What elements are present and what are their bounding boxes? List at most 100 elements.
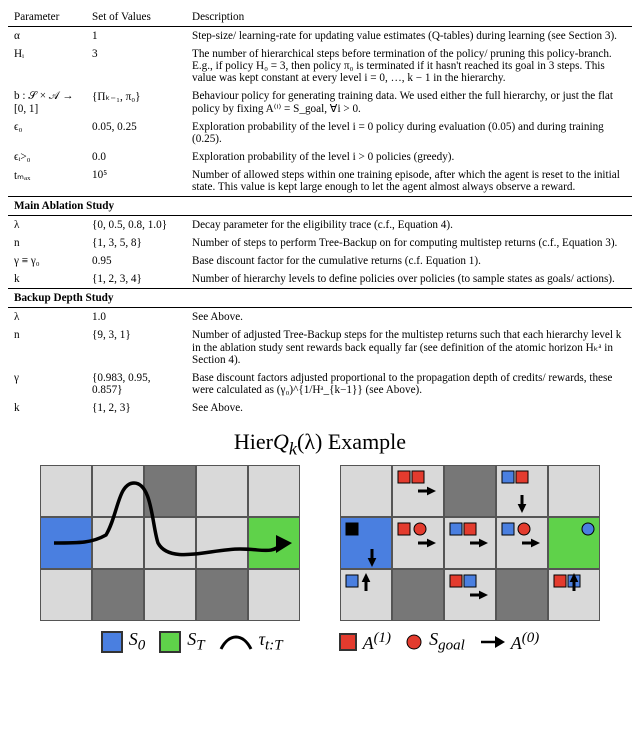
grid-right — [340, 465, 600, 621]
cell-values: {9, 3, 1} — [86, 326, 186, 369]
grid-cell — [340, 465, 392, 517]
a0-arrow-icon — [479, 633, 505, 651]
title-k: k — [289, 438, 297, 458]
legend-tau: τt:T — [259, 629, 283, 655]
cell-desc: Number of hierarchy levels to define pol… — [186, 270, 632, 289]
grid-cell — [496, 517, 548, 569]
grid-cell — [92, 517, 144, 569]
goal-swatch-icon — [159, 631, 181, 653]
grid-cell — [196, 465, 248, 517]
legend-left: S0 ST τt:T — [101, 629, 283, 655]
cell-values: {0.983, 0.95, 0.857} — [86, 369, 186, 399]
cell-param: α — [8, 27, 86, 46]
section-backup: Backup Depth Study — [8, 289, 632, 308]
table-row: α1Step-size/ learning-rate for updating … — [8, 27, 632, 46]
grid-cell — [92, 465, 144, 517]
title-arg: (λ) Example — [297, 429, 406, 454]
table-row: γ{0.983, 0.95, 0.857}Base discount facto… — [8, 369, 632, 399]
cell-desc: See Above. — [186, 399, 632, 417]
grid-cell — [144, 517, 196, 569]
table-row: λ{0, 0.5, 0.8, 1.0}Decay parameter for t… — [8, 216, 632, 235]
figure-wrap — [8, 465, 632, 621]
table-row: n{9, 3, 1}Number of adjusted Tree-Backup… — [8, 326, 632, 369]
cell-desc: Behaviour policy for generating training… — [186, 87, 632, 118]
cell-param: n — [8, 326, 86, 369]
grid-cell — [496, 465, 548, 517]
a1-swatch-icon — [339, 633, 357, 651]
sgoal-circle-icon — [405, 633, 423, 651]
cell-param: b : 𝒮 × 𝒜 → [0, 1] — [8, 87, 86, 118]
start-swatch-icon — [101, 631, 123, 653]
trajectory-curve-icon — [219, 631, 253, 653]
grid-left — [40, 465, 300, 621]
grid-cell — [444, 465, 496, 517]
grid-cell — [144, 569, 196, 621]
cell-desc: See Above. — [186, 308, 632, 327]
grid-cell — [444, 569, 496, 621]
figure-title: HierQk(λ) Example — [8, 429, 632, 459]
cell-values: 1.0 — [86, 308, 186, 327]
table-row: γ ≡ γ₀0.95Base discount factor for the c… — [8, 252, 632, 270]
grid-cell — [40, 517, 92, 569]
grid-cell — [92, 569, 144, 621]
cell-desc: Exploration probability of the level i >… — [186, 148, 632, 166]
section-ablation: Main Ablation Study — [8, 197, 632, 216]
table-row: b : 𝒮 × 𝒜 → [0, 1]{Πₖ₋₁, π₀}Behaviour po… — [8, 87, 632, 118]
cell-desc: Exploration probability of the level i =… — [186, 118, 632, 148]
th-desc: Description — [186, 8, 632, 27]
legend-st: ST — [187, 629, 204, 655]
grid-cell — [548, 517, 600, 569]
grid-cell — [248, 517, 300, 569]
cell-desc: Decay parameter for the eligibility trac… — [186, 216, 632, 235]
cell-values: 1 — [86, 27, 186, 46]
grid-cell — [392, 465, 444, 517]
table-row: k{1, 2, 3, 4}Number of hierarchy levels … — [8, 270, 632, 289]
grid-cell — [144, 465, 196, 517]
cell-param: tₘₐₓ — [8, 166, 86, 197]
cell-param: ϵ₀ — [8, 118, 86, 148]
table-row: tₘₐₓ10⁵Number of allowed steps within on… — [8, 166, 632, 197]
param-table: Parameter Set of Values Description α1St… — [8, 8, 632, 417]
table-row: ϵᵢ>₀0.0Exploration probability of the le… — [8, 148, 632, 166]
cell-desc: Number of allowed steps within one train… — [186, 166, 632, 197]
cell-param: k — [8, 399, 86, 417]
cell-values: {1, 2, 3, 4} — [86, 270, 186, 289]
table-row: λ1.0See Above. — [8, 308, 632, 327]
cell-values: 3 — [86, 45, 186, 87]
title-prefix: Hier — [234, 429, 273, 454]
grid-cell — [196, 569, 248, 621]
grid-cell — [40, 465, 92, 517]
legend-a1: A(1) — [363, 630, 392, 654]
title-q: Q — [273, 429, 289, 454]
cell-desc: Base discount factors adjusted proportio… — [186, 369, 632, 399]
table-row: Hᵢ3The number of hierarchical steps befo… — [8, 45, 632, 87]
grid-cell — [340, 569, 392, 621]
cell-desc: Step-size/ learning-rate for updating va… — [186, 27, 632, 46]
legend-s0: S0 — [129, 629, 146, 655]
legend-right: A(1) Sgoal A(0) — [339, 629, 540, 655]
grid-cell — [548, 465, 600, 517]
th-param: Parameter — [8, 8, 86, 27]
grid-cell — [340, 517, 392, 569]
grid-cell — [392, 569, 444, 621]
table-row: n{1, 3, 5, 8}Number of steps to perform … — [8, 234, 632, 252]
grid-cell — [248, 465, 300, 517]
cell-param: γ ≡ γ₀ — [8, 252, 86, 270]
cell-param: λ — [8, 216, 86, 235]
legend-sgoal: Sgoal — [429, 629, 465, 655]
grid-cell — [444, 517, 496, 569]
legend-a0: A(0) — [511, 630, 540, 654]
th-values: Set of Values — [86, 8, 186, 27]
grid-cell — [40, 569, 92, 621]
cell-values: 0.0 — [86, 148, 186, 166]
cell-values: {Πₖ₋₁, π₀} — [86, 87, 186, 118]
cell-param: λ — [8, 308, 86, 327]
table-row: k{1, 2, 3}See Above. — [8, 399, 632, 417]
cell-values: {0, 0.5, 0.8, 1.0} — [86, 216, 186, 235]
grid-cell — [392, 517, 444, 569]
grid-cell — [548, 569, 600, 621]
cell-desc: Number of steps to perform Tree-Backup o… — [186, 234, 632, 252]
grid-cell — [496, 569, 548, 621]
cell-param: γ — [8, 369, 86, 399]
cell-values: {1, 2, 3} — [86, 399, 186, 417]
